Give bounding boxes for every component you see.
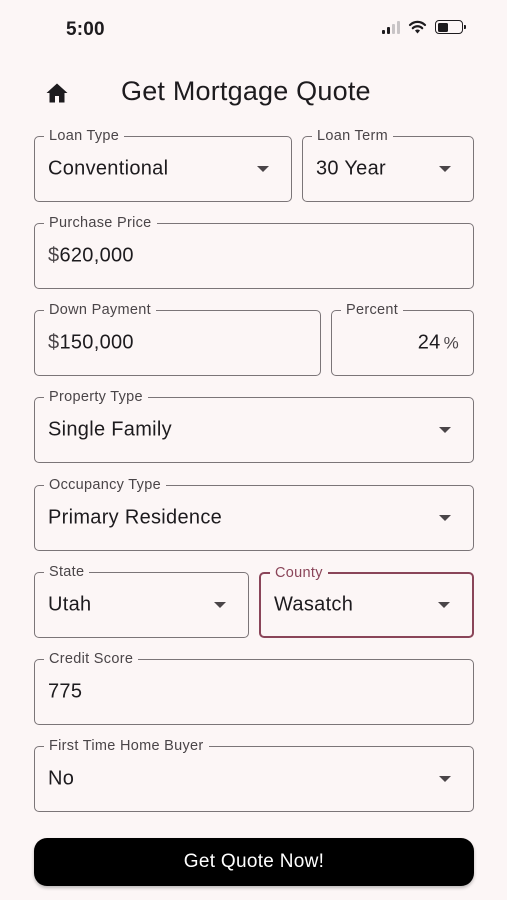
down-payment-input[interactable]: Down Payment $150,000	[34, 302, 321, 376]
chevron-down-icon	[257, 166, 269, 172]
page-title: Get Mortgage Quote	[121, 76, 371, 106]
county-label: County	[270, 565, 328, 581]
loan-term-select[interactable]: Loan Term 30 Year	[302, 128, 474, 202]
status-bar: 5:00	[0, 0, 507, 60]
down-payment-amount: 150,000	[59, 331, 134, 354]
state-label: State	[44, 564, 90, 580]
percent-suffix: %	[443, 333, 459, 353]
purchase-price-value: $620,000	[48, 245, 134, 268]
chevron-down-icon	[439, 515, 451, 521]
loan-type-value: Conventional	[48, 157, 169, 180]
cellular-signal-icon	[382, 20, 400, 34]
purchase-price-amount: 620,000	[59, 244, 134, 267]
get-quote-button[interactable]: Get Quote Now!	[34, 838, 474, 886]
first-time-buyer-label: First Time Home Buyer	[44, 738, 209, 754]
percent-amount: 24	[417, 331, 441, 354]
currency-prefix: $	[48, 331, 60, 354]
state-select[interactable]: State Utah	[34, 564, 249, 638]
percent-label: Percent	[341, 302, 404, 318]
credit-score-value: 775	[48, 680, 83, 703]
property-type-value: Single Family	[48, 418, 172, 441]
chevron-down-icon	[214, 602, 226, 608]
chevron-down-icon	[439, 776, 451, 782]
battery-icon	[435, 20, 466, 34]
purchase-price-input[interactable]: Purchase Price $620,000	[34, 215, 474, 289]
loan-term-label: Loan Term	[312, 128, 393, 144]
chevron-down-icon	[438, 602, 450, 608]
loan-term-value: 30 Year	[316, 157, 386, 180]
percent-value: 24%	[418, 332, 459, 355]
credit-score-label: Credit Score	[44, 651, 139, 667]
currency-prefix: $	[48, 244, 60, 267]
down-payment-value: $150,000	[48, 332, 134, 355]
first-time-buyer-select[interactable]: First Time Home Buyer No	[34, 738, 474, 812]
status-icons	[382, 20, 466, 34]
occupancy-type-label: Occupancy Type	[44, 477, 166, 493]
percent-input[interactable]: Percent 24%	[331, 302, 474, 376]
county-select[interactable]: County Wasatch	[259, 565, 474, 638]
loan-type-label: Loan Type	[44, 128, 125, 144]
county-value: Wasatch	[274, 593, 354, 616]
occupancy-type-value: Primary Residence	[48, 506, 223, 529]
purchase-price-label: Purchase Price	[44, 215, 157, 231]
home-button[interactable]	[42, 78, 72, 108]
first-time-buyer-value: No	[48, 767, 75, 790]
down-payment-label: Down Payment	[44, 302, 156, 318]
occupancy-type-select[interactable]: Occupancy Type Primary Residence	[34, 477, 474, 551]
state-value: Utah	[48, 593, 92, 616]
status-time: 5:00	[66, 19, 105, 40]
chevron-down-icon	[439, 166, 451, 172]
credit-score-input[interactable]: Credit Score 775	[34, 651, 474, 725]
app-bar: Get Mortgage Quote	[0, 68, 507, 118]
wifi-icon	[408, 20, 427, 34]
property-type-select[interactable]: Property Type Single Family	[34, 389, 474, 463]
chevron-down-icon	[439, 427, 451, 433]
loan-type-select[interactable]: Loan Type Conventional	[34, 128, 292, 202]
property-type-label: Property Type	[44, 389, 148, 405]
home-icon	[46, 83, 68, 103]
